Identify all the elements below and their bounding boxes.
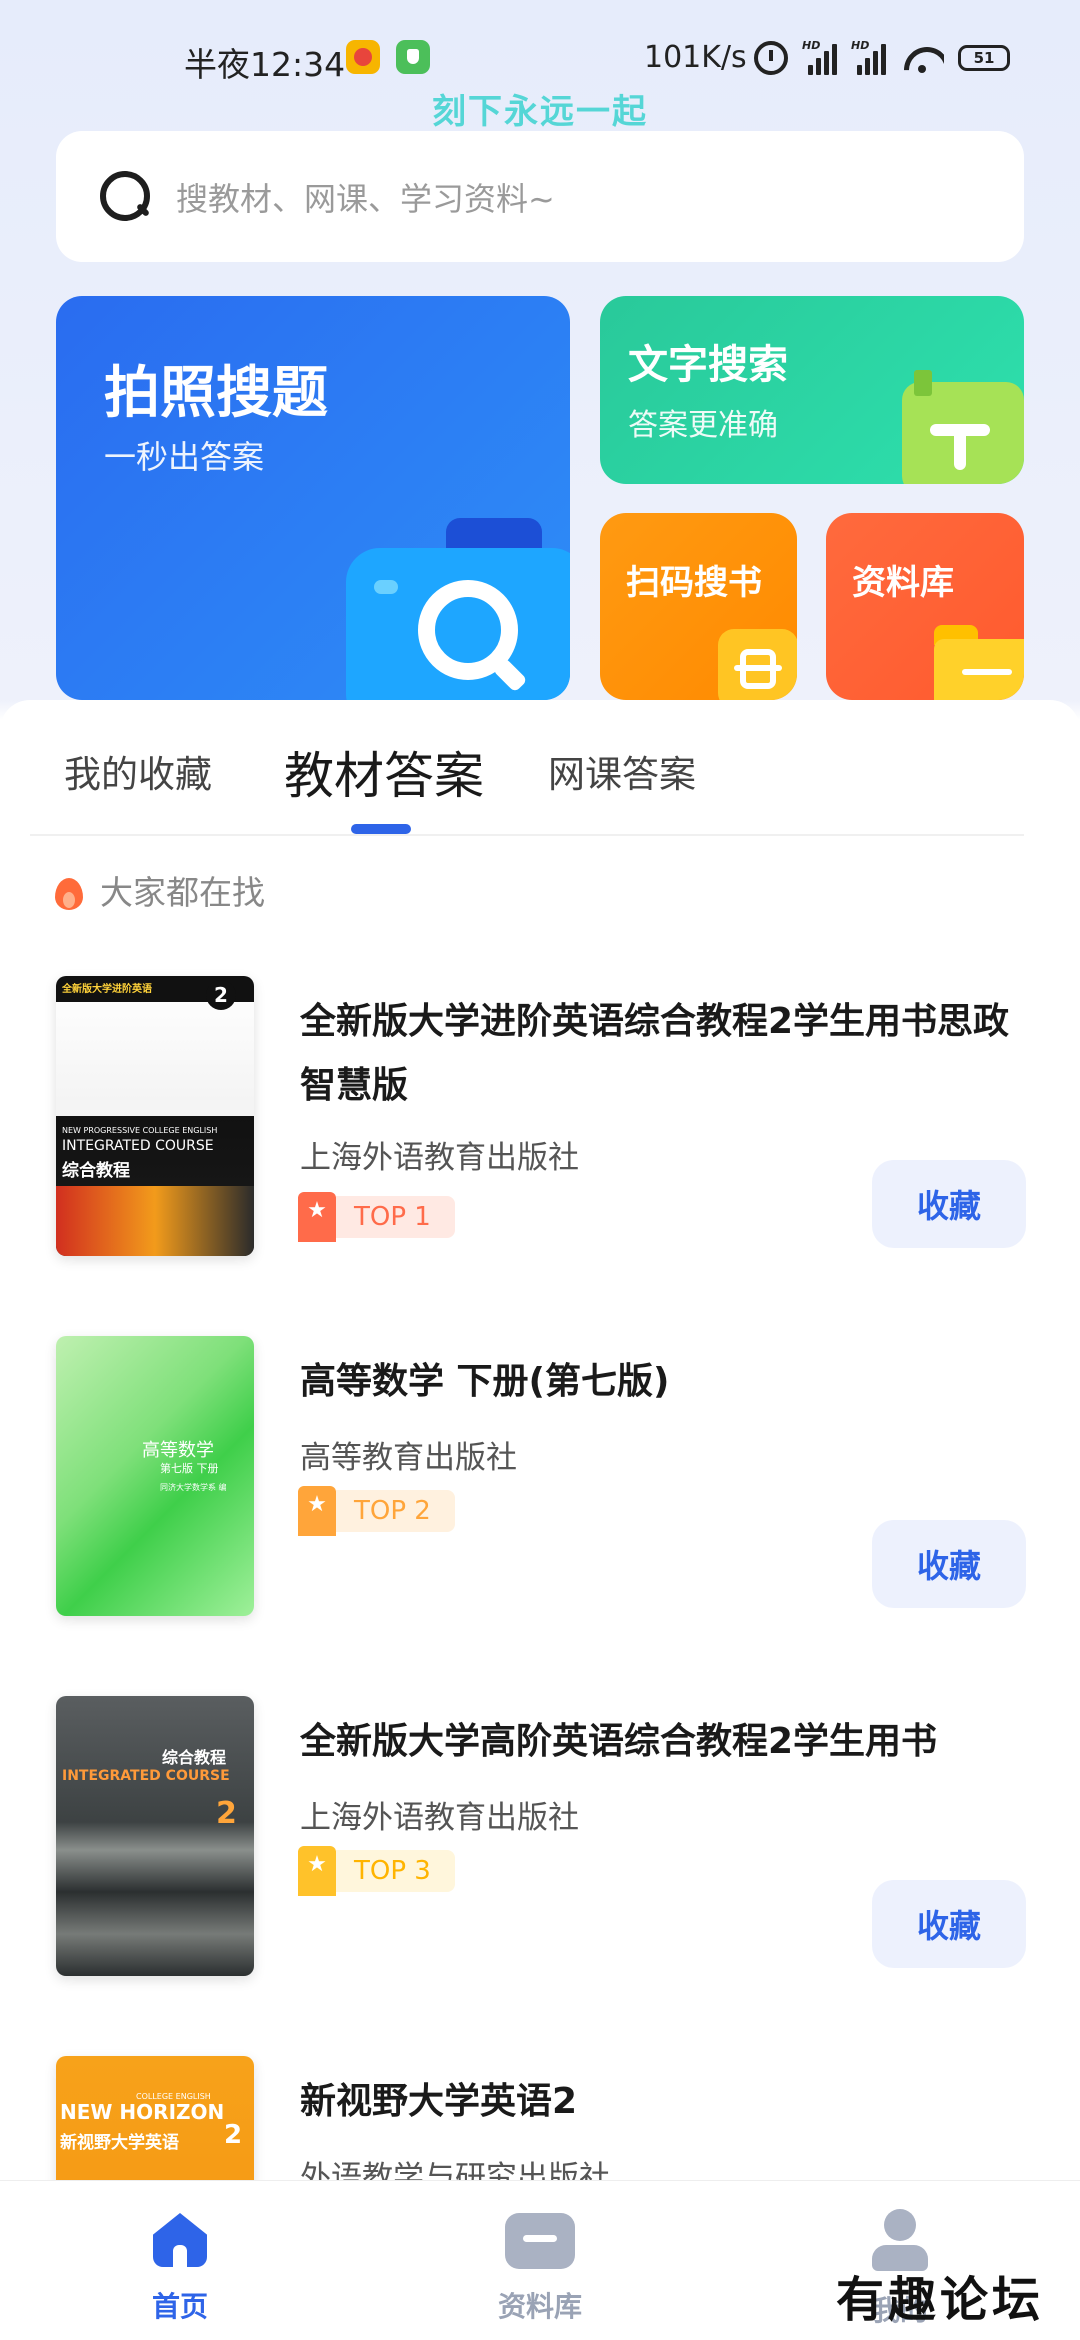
book-publisher: 高等教育出版社 <box>300 1440 517 1476</box>
favorite-button[interactable]: 收藏 <box>872 1880 1026 1968</box>
tab-online-course-answers[interactable]: 网课答案 <box>548 744 696 798</box>
status-time: 半夜12:34 <box>184 45 346 84</box>
book-publisher: 外语教学与研究出版社 <box>300 2160 610 2180</box>
book-list-item[interactable]: NEW HORIZON COLLEGE ENGLISH 新视野大学英语 2 新视… <box>0 2056 1080 2180</box>
book-title: 全新版大学进阶英语综合教程2学生用书思政智慧版 <box>300 1001 1010 1106</box>
book-list-item[interactable]: 全新版大学进阶英语 2 NEW PROGRESSIVE COLLEGE ENGL… <box>0 976 1080 1316</box>
book-title: 高等数学 下册(第七版) <box>300 1361 670 1402</box>
nav-library-label: 资料库 <box>497 2290 582 2323</box>
photo-search-card[interactable]: 拍照搜题 一秒出答案 <box>56 296 570 700</box>
signal-icon: HD <box>802 39 837 75</box>
nav-home-label: 首页 <box>151 2290 208 2323</box>
hot-section-label: 大家都在找 <box>100 873 265 912</box>
folder-icon <box>505 2209 575 2269</box>
text-search-card[interactable]: 文字搜索 答案更准确 <box>600 296 1024 484</box>
library-card[interactable]: 资料库 <box>826 513 1024 700</box>
active-tab-indicator <box>351 824 411 834</box>
signal-icon-2: HD <box>851 39 886 75</box>
star-ribbon-icon <box>298 1486 336 1536</box>
star-ribbon-icon <box>298 1192 336 1242</box>
photo-search-subtitle: 一秒出答案 <box>104 438 265 476</box>
scan-search-title: 扫码搜书 <box>626 563 762 603</box>
book-title: 全新版大学高阶英语综合教程2学生用书 <box>300 1721 938 1762</box>
photo-search-title: 拍照搜题 <box>104 361 328 426</box>
shield-app-icon <box>396 40 430 74</box>
battery-icon: 51 <box>958 45 1010 71</box>
tab-bar: 我的收藏 教材答案 网课答案 <box>0 700 1080 836</box>
scan-search-card[interactable]: 扫码搜书 <box>600 513 797 700</box>
hot-section-header: 大家都在找 <box>52 866 265 914</box>
camera-icon <box>346 518 570 700</box>
search-placeholder: 搜教材、网课、学习资料~ <box>176 179 555 218</box>
watermark-text: 刻下永远一起 <box>432 92 648 132</box>
book-cover: 高等数学 第七版 下册 同济大学数学系 编 <box>56 1336 254 1616</box>
search-icon <box>100 170 152 223</box>
wifi-icon <box>900 41 944 75</box>
book-cover: 全新版大学进阶英语 2 NEW PROGRESSIVE COLLEGE ENGL… <box>56 976 254 1256</box>
tab-my-favorites[interactable]: 我的收藏 <box>64 744 212 798</box>
text-t-icon <box>902 370 1024 484</box>
book-cover: NEW HORIZON COLLEGE ENGLISH 新视野大学英语 2 <box>56 2056 254 2180</box>
text-search-title: 文字搜索 <box>628 342 788 388</box>
divider <box>30 834 1024 836</box>
rank-badge: TOP 1 <box>298 1192 455 1242</box>
home-icon <box>149 2209 211 2267</box>
text-search-subtitle: 答案更准确 <box>628 408 778 443</box>
fire-icon <box>52 870 84 910</box>
nav-library[interactable]: 资料库 <box>450 2209 630 2325</box>
status-icons: HD HD 51 <box>754 38 1010 78</box>
scan-icon <box>718 629 797 700</box>
book-publisher: 上海外语教育出版社 <box>300 1800 579 1836</box>
book-list-item[interactable]: 高等数学 第七版 下册 同济大学数学系 编 高等数学 下册(第七版) 高等教育出… <box>0 1336 1080 1676</box>
app-notification-icon <box>346 40 380 74</box>
tab-textbook-answers[interactable]: 教材答案 <box>284 736 484 808</box>
search-input[interactable]: 搜教材、网课、学习资料~ <box>56 131 1024 262</box>
nav-home[interactable]: 首页 <box>90 2209 270 2325</box>
book-title: 新视野大学英语2 <box>300 2081 578 2122</box>
favorite-button[interactable]: 收藏 <box>872 1160 1026 1248</box>
book-list-item[interactable]: 综合教程 INTEGRATED COURSE 2 全新版大学高阶英语综合教程2学… <box>0 1696 1080 2036</box>
star-ribbon-icon <box>298 1846 336 1896</box>
network-speed: 101K/s <box>644 40 747 75</box>
rank-badge: TOP 3 <box>298 1846 455 1896</box>
library-title: 资料库 <box>852 563 954 603</box>
book-publisher: 上海外语教育出版社 <box>300 1140 579 1176</box>
book-cover: 综合教程 INTEGRATED COURSE 2 <box>56 1696 254 1976</box>
alarm-icon <box>754 41 788 75</box>
watermark-logo: 有趣论坛 <box>836 2272 1045 2328</box>
content-panel: 我的收藏 教材答案 网课答案 大家都在找 全新版大学进阶英语 2 NEW PRO… <box>0 700 1080 2180</box>
rank-badge: TOP 2 <box>298 1486 455 1536</box>
favorite-button[interactable]: 收藏 <box>872 1520 1026 1608</box>
folder-icon <box>934 625 1024 700</box>
